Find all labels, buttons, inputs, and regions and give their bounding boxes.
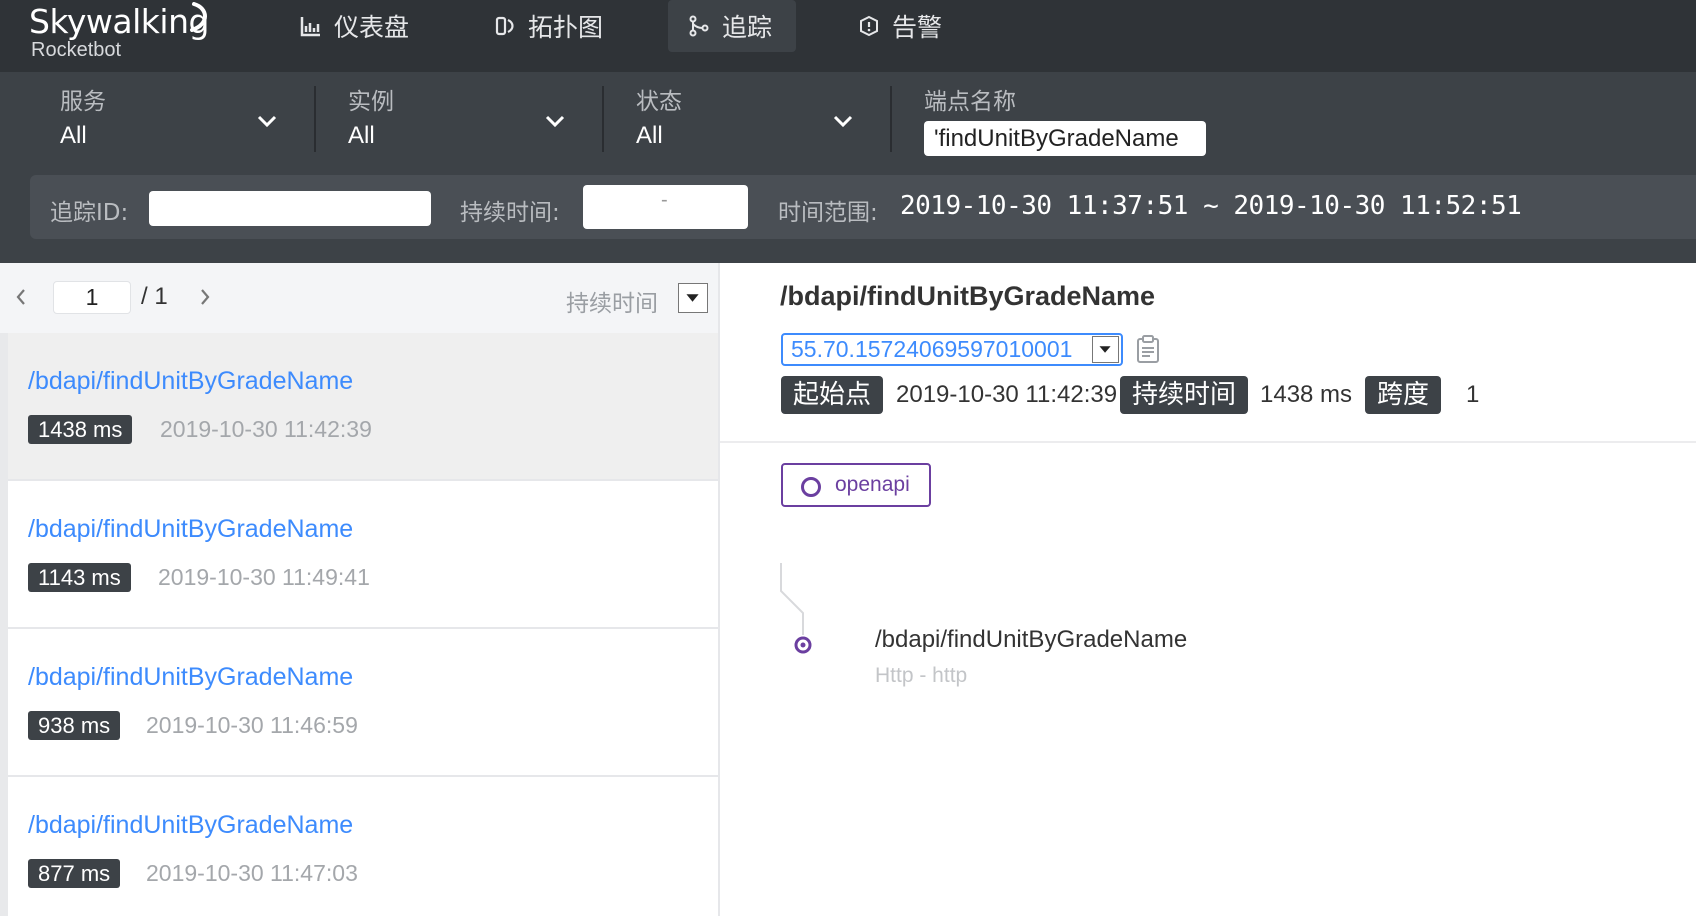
service-filter-value: All <box>60 122 87 149</box>
search-bar: 追踪ID: 持续时间: - 时间范围: 2019-10-30 11:37:51 … <box>30 175 1696 239</box>
page-total: / 1 <box>141 283 168 310</box>
status-filter-label: 状态 <box>636 89 682 115</box>
nav-trace-label: 追踪 <box>722 13 773 42</box>
trace-start-time: 2019-10-30 11:42:39 <box>160 416 372 442</box>
duration-value: 1438 ms <box>1260 381 1353 408</box>
chevron-down-icon[interactable] <box>544 114 566 128</box>
span-component: Http - http <box>875 664 968 687</box>
trace-list-item[interactable]: /bdapi/findUnitByGradeName 1143 ms 2019-… <box>8 481 718 629</box>
logo-arc-icon <box>190 2 207 32</box>
dropdown-arrow-icon <box>686 294 699 302</box>
duration-label: 持续时间: <box>460 200 560 226</box>
service-legend[interactable]: openapi <box>781 463 931 507</box>
pager: / 1 持续时间 <box>0 263 718 333</box>
service-legend-label: openapi <box>835 473 910 496</box>
trace-icon <box>689 15 709 37</box>
list-stripe <box>0 333 8 916</box>
status-filter[interactable]: 状态 All <box>636 82 682 150</box>
alarm-icon <box>860 15 878 37</box>
trace-list-item[interactable]: /bdapi/findUnitByGradeName 938 ms 2019-1… <box>8 629 718 777</box>
nav-alarm[interactable]: 告警 <box>838 0 962 52</box>
chart-icon <box>300 17 320 37</box>
chevron-left-icon[interactable] <box>14 287 28 307</box>
trace-id-input[interactable] <box>149 191 431 226</box>
chevron-down-icon[interactable] <box>256 114 278 128</box>
sort-label: 持续时间 <box>566 291 658 317</box>
nav-topology-label: 拓扑图 <box>528 13 604 42</box>
trace-id-select-arrow[interactable] <box>1092 336 1119 363</box>
chevron-right-icon[interactable] <box>198 287 212 307</box>
trace-id-select[interactable]: 55.70.15724069597010001 <box>781 333 1123 366</box>
time-range-picker[interactable]: 2019-10-30 11:37:51 ~ 2019-10-30 11:52:5… <box>900 191 1522 221</box>
trace-endpoint-link[interactable]: /bdapi/findUnitByGradeName <box>28 663 353 692</box>
duration-badge: 1438 ms <box>28 415 133 444</box>
trace-start-time: 2019-10-30 11:49:41 <box>158 564 370 590</box>
detail-title: /bdapi/findUnitByGradeName <box>780 281 1156 311</box>
trace-id-label: 追踪ID: <box>50 200 129 226</box>
clipboard-icon[interactable] <box>1136 334 1160 364</box>
logo: Skywalking <box>29 2 209 41</box>
chevron-down-icon[interactable] <box>832 114 854 128</box>
duration-badge: 1143 ms <box>28 563 131 592</box>
duration-tag: 持续时间 <box>1120 376 1249 414</box>
trace-endpoint-link[interactable]: /bdapi/findUnitByGradeName <box>28 515 353 544</box>
search-bar-wrap: 追踪ID: 持续时间: - 时间范围: 2019-10-30 11:37:51 … <box>0 163 1696 263</box>
trace-endpoint-link[interactable]: /bdapi/findUnitByGradeName <box>28 811 353 840</box>
topology-icon <box>495 16 514 36</box>
nav-dashboard-label: 仪表盘 <box>334 13 410 42</box>
service-filter[interactable]: 服务 All <box>60 82 106 150</box>
service-circle-icon <box>801 477 821 497</box>
instance-filter[interactable]: 实例 All <box>348 82 394 150</box>
trace-start-time: 2019-10-30 11:46:59 <box>146 712 358 738</box>
trace-start-time: 2019-10-30 11:47:03 <box>146 860 358 886</box>
start-tag: 起始点 <box>781 376 884 414</box>
duration-badge: 877 ms <box>28 859 121 888</box>
endpoint-input[interactable]: 'findUnitByGradeName <box>924 121 1206 156</box>
trace-list-item[interactable]: /bdapi/findUnitByGradeName 877 ms 2019-1… <box>8 777 718 916</box>
filter-divider <box>314 86 316 152</box>
logo-subtitle: Rocketbot <box>31 39 122 61</box>
trace-endpoint-link[interactable]: /bdapi/findUnitByGradeName <box>28 367 353 396</box>
nav-alarm-label: 告警 <box>892 13 943 42</box>
endpoint-filter: 端点名称 <box>924 82 1016 116</box>
start-value: 2019-10-30 11:42:39 <box>896 381 1118 408</box>
span-value: 1 <box>1466 381 1480 408</box>
span-tree-connector <box>780 563 812 654</box>
duration-separator: - <box>661 189 668 211</box>
dropdown-arrow-icon <box>1099 346 1111 353</box>
trace-list-item[interactable]: /bdapi/findUnitByGradeName 1438 ms 2019-… <box>8 333 718 481</box>
nav-dashboard[interactable]: 仪表盘 <box>280 0 429 52</box>
nav-topology[interactable]: 拓扑图 <box>474 0 623 52</box>
trace-detail-panel: /bdapi/findUnitByGradeName 55.70.1572406… <box>720 263 1696 916</box>
endpoint-filter-label: 端点名称 <box>924 89 1016 115</box>
time-range-label: 时间范围: <box>778 200 878 226</box>
sort-select[interactable] <box>678 283 708 313</box>
detail-divider <box>720 441 1696 443</box>
filter-divider <box>602 86 604 152</box>
trace-list-panel: / 1 持续时间 /bdapi/findUnitByGradeName 1438… <box>0 263 720 916</box>
duration-badge: 938 ms <box>28 711 121 740</box>
filter-bar: 服务 All 实例 All 状态 All 端点名称 'findUnitByGra… <box>0 72 1696 163</box>
status-filter-value: All <box>636 122 663 149</box>
span-name[interactable]: /bdapi/findUnitByGradeName <box>875 626 1187 654</box>
service-filter-label: 服务 <box>60 89 106 115</box>
span-tag: 跨度 <box>1365 376 1442 414</box>
nav-trace[interactable]: 追踪 <box>668 0 796 52</box>
instance-filter-label: 实例 <box>348 89 394 115</box>
filter-divider <box>890 86 892 152</box>
page-input[interactable] <box>53 281 131 314</box>
instance-filter-value: All <box>348 122 375 149</box>
top-nav: Skywalking Rocketbot 仪表盘 拓扑图 追踪 告警 <box>0 0 1696 72</box>
